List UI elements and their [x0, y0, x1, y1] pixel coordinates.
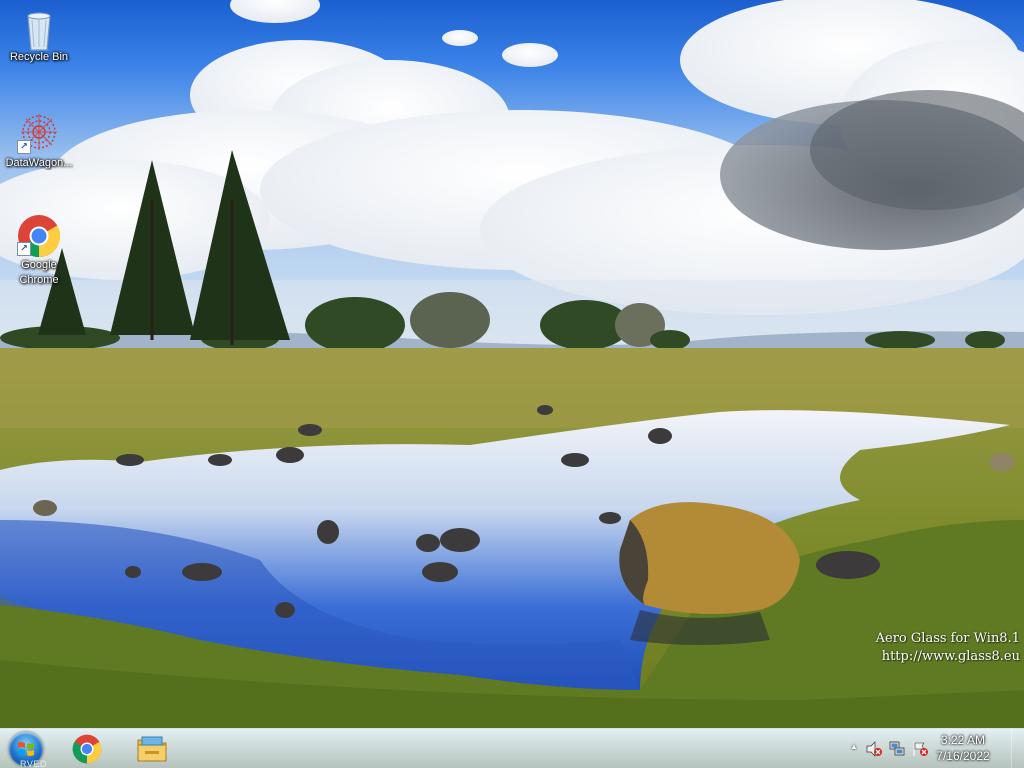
- chrome-icon: ↗: [17, 214, 61, 258]
- shortcut-arrow-icon: ↗: [17, 242, 31, 256]
- taskbar-file-explorer-button[interactable]: [128, 731, 172, 767]
- file-explorer-icon: [136, 734, 168, 768]
- clock-time: 3:22 AM: [940, 733, 986, 747]
- recycle-bin-icon: [19, 6, 59, 51]
- watermark-line-2: http://www.glass8.eu: [881, 649, 1020, 664]
- desktop-icon-label: Recycle Bin: [9, 51, 69, 63]
- desktop-icon-google-chrome[interactable]: ↗ Google Chrome: [1, 214, 77, 288]
- desktop-wallpaper: [0, 0, 1024, 728]
- desktop-icon-recycle-bin[interactable]: Recycle Bin: [1, 6, 77, 64]
- chrome-icon: [72, 734, 102, 768]
- taskbar-chrome-button[interactable]: [64, 731, 108, 767]
- datawagon-icon: ↗: [17, 112, 59, 154]
- system-tray: ▲ 3:22 AM 7/16/2022: [844, 729, 1024, 768]
- desktop-icon-datawagon[interactable]: ↗ DataWagon...: [1, 112, 77, 170]
- network-icon[interactable]: [889, 741, 905, 757]
- speaker-muted-icon[interactable]: [866, 741, 882, 757]
- taskbar-clock[interactable]: 3:22 AM 7/16/2022: [928, 732, 998, 764]
- desktop-icon-label: Google Chrome: [19, 259, 59, 286]
- start-button[interactable]: RVED: [6, 731, 47, 768]
- start-badge-text: RVED: [20, 759, 47, 768]
- show-hidden-icons-chevron[interactable]: ▲: [850, 742, 858, 751]
- clock-date: 7/16/2022: [936, 749, 990, 763]
- watermark-line-1: Aero Glass for Win8.1: [875, 631, 1020, 646]
- desktop-icon-label: DataWagon...: [5, 157, 73, 169]
- action-center-flag-icon[interactable]: [912, 741, 928, 757]
- show-desktop-button[interactable]: [1011, 729, 1024, 768]
- taskbar: RVED ▲ 3:22 AM 7/16/2022: [0, 728, 1024, 768]
- shortcut-arrow-icon: ↗: [17, 140, 31, 154]
- aero-glass-watermark: Aero Glass for Win8.1 http://www.glass8.…: [876, 631, 1020, 664]
